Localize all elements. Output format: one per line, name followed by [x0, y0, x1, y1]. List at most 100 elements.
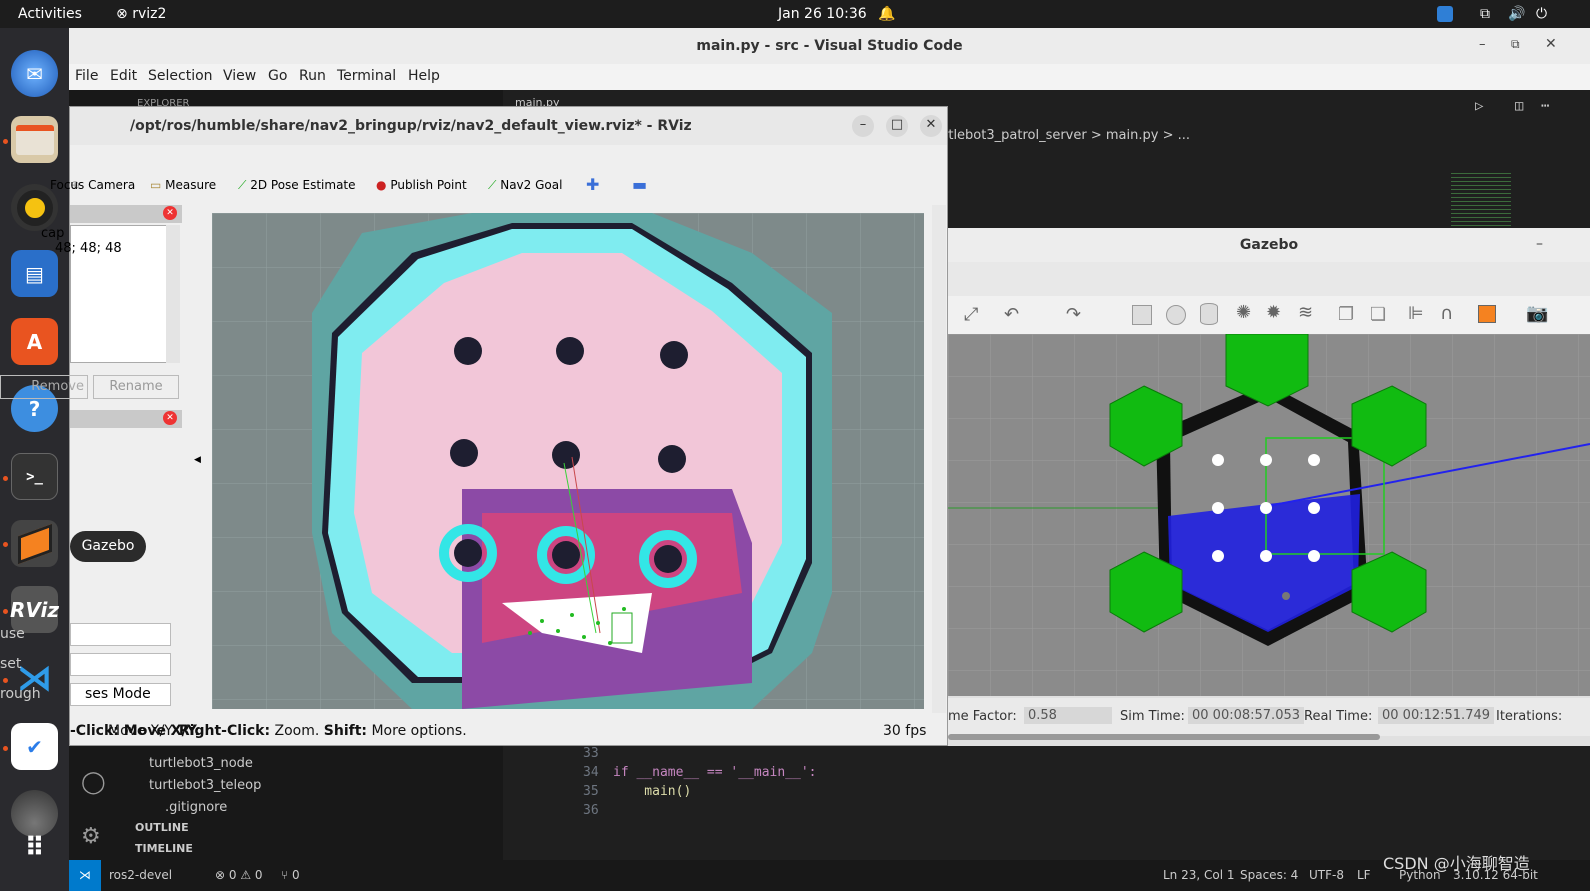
- power-icon[interactable]: ⏻: [1536, 6, 1547, 22]
- volume-icon[interactable]: 🔊: [1508, 6, 1525, 22]
- close-icon[interactable]: ✕: [920, 115, 942, 137]
- feishu-icon[interactable]: ✔: [11, 723, 58, 770]
- gazebo-toolbar: ⤢ ↶ ↷ ✺ ✹ ≋ ❐ ❏ ⊫ ∩ 📷: [948, 296, 1590, 334]
- menu-view[interactable]: View: [223, 68, 256, 84]
- redo-icon[interactable]: ↷: [1066, 304, 1081, 325]
- partial-label: rough: [0, 686, 41, 702]
- menu-selection[interactable]: Selection: [148, 68, 213, 84]
- collapse-left-icon[interactable]: ◀: [194, 455, 201, 465]
- directional-light-icon[interactable]: ≋: [1298, 302, 1313, 323]
- menu-help[interactable]: Help: [408, 68, 440, 84]
- point-light-icon[interactable]: ✺: [1236, 302, 1251, 323]
- show-apps-icon[interactable]: ⠿: [11, 824, 58, 871]
- terminal-icon[interactable]: >_: [11, 453, 58, 500]
- timeline-section[interactable]: TIMELINE: [135, 842, 193, 855]
- app-indicator-icon[interactable]: [1437, 6, 1453, 22]
- run-icon[interactable]: ▷: [1475, 98, 1483, 114]
- current-app-label[interactable]: ⊗ rviz2: [116, 6, 166, 22]
- add-tool-icon[interactable]: ✚: [586, 175, 599, 194]
- indent-status[interactable]: Spaces: 4: [1240, 868, 1298, 882]
- rtf-label: me Factor:: [948, 709, 1017, 724]
- tree-item[interactable]: turtlebot3_teleop: [149, 778, 261, 793]
- rename-button[interactable]: Rename: [93, 375, 179, 399]
- view-field[interactable]: [70, 653, 171, 676]
- dock: ✉ ▤ A ? >_ RViz ⋊ ✔ ⠿: [0, 28, 69, 891]
- displays-tree[interactable]: cap 48; 48; 48: [41, 225, 180, 363]
- branch-status[interactable]: ros2-devel: [109, 868, 172, 882]
- problems-status[interactable]: ⊗ 0 ⚠ 0: [215, 868, 263, 882]
- top-bar: Activities ⊗ rviz2 Jan 26 10:36 🔔 ⧉ 🔊 ⏻: [0, 0, 1590, 28]
- ports-status[interactable]: ⑂ 0: [281, 868, 300, 882]
- tool-focus-camera[interactable]: Focus Camera: [50, 178, 135, 192]
- status-hint-detail: -Click: Move X/Y. Move X/Y. Right-Click:…: [108, 723, 467, 739]
- paste-icon[interactable]: ❏: [1370, 304, 1386, 325]
- gazebo-menu: [948, 262, 1590, 296]
- minimize-icon[interactable]: –: [1479, 37, 1486, 52]
- minimize-icon[interactable]: –: [1536, 236, 1543, 252]
- restore-icon[interactable]: ⧉: [1511, 37, 1520, 52]
- tool-nav2-goal[interactable]: ⟋ Nav2 Goal: [488, 178, 562, 193]
- remove-tool-icon[interactable]: ▬: [632, 175, 647, 194]
- align-icon[interactable]: ⊫: [1408, 303, 1424, 324]
- gazebo-3d-view[interactable]: [948, 334, 1590, 696]
- box-icon[interactable]: [1132, 305, 1152, 325]
- network-icon[interactable]: ⧉: [1480, 6, 1490, 22]
- eol-status[interactable]: LF: [1357, 868, 1371, 882]
- rviz-3d-view[interactable]: [212, 213, 924, 709]
- rviz-status-bar: -Click: Move X/Y. -Click: Move X/Y. Move…: [70, 719, 947, 745]
- clock[interactable]: Jan 26 10:36: [778, 6, 867, 22]
- remote-icon[interactable]: ⋊: [69, 860, 101, 891]
- panel-close-icon[interactable]: ✕: [163, 206, 177, 220]
- menu-terminal[interactable]: Terminal: [337, 68, 396, 84]
- maximize-icon[interactable]: □: [886, 115, 908, 137]
- tool-publish-point[interactable]: ● Publish Point: [376, 178, 467, 192]
- screenshot-icon[interactable]: 📷: [1526, 303, 1548, 324]
- encoding-status[interactable]: UTF-8: [1309, 868, 1344, 882]
- cursor-position[interactable]: Ln 23, Col 1: [1163, 868, 1235, 882]
- tool-2d-pose-estimate[interactable]: ⟋ 2D Pose Estimate: [238, 178, 356, 193]
- panel-close-icon[interactable]: ✕: [163, 411, 177, 425]
- gazebo-window: Gazebo – ⤢ ↶ ↷ ✺ ✹ ≋ ❐ ❏ ⊫ ∩ 📷 me Factor…: [948, 228, 1590, 746]
- partial-label: set: [0, 656, 22, 672]
- gazebo-scene: [948, 334, 1590, 696]
- view-field[interactable]: [70, 623, 171, 646]
- mode-field[interactable]: ses Mode: [70, 683, 171, 706]
- account-icon[interactable]: ◯: [81, 770, 106, 795]
- close-icon[interactable]: ✕: [1545, 36, 1557, 52]
- tool-measure[interactable]: ▭ Measure: [150, 178, 216, 192]
- cylinder-icon[interactable]: [1200, 303, 1218, 325]
- breadcrumb[interactable]: rtlebot3_patrol_server > main.py > ...: [943, 128, 1190, 143]
- tree-item[interactable]: .gitignore: [165, 800, 227, 815]
- viewport-scrollbar[interactable]: [932, 205, 946, 713]
- outline-section[interactable]: OUTLINE: [135, 821, 189, 834]
- thunderbird-icon[interactable]: ✉: [11, 50, 58, 97]
- menu-run[interactable]: Run: [299, 68, 326, 84]
- spot-light-icon[interactable]: ✹: [1266, 302, 1281, 323]
- view-angle-icon[interactable]: [1478, 305, 1496, 323]
- bell-icon[interactable]: 🔔: [878, 6, 895, 22]
- rviz-app-icon: ⊗: [116, 6, 133, 22]
- snap-icon[interactable]: ∩: [1440, 303, 1453, 324]
- software-center-icon[interactable]: A: [11, 318, 58, 365]
- gazebo-scrollbar[interactable]: [948, 734, 1380, 740]
- settings-gear-icon[interactable]: ⚙: [81, 824, 101, 849]
- minimize-icon[interactable]: –: [852, 115, 874, 137]
- writer-icon[interactable]: ▤: [11, 250, 58, 297]
- rviz-tool-list: Focus Camera ▭ Measure ⟋ 2D Pose Estimat…: [50, 167, 947, 203]
- more-icon[interactable]: ⋯: [1541, 98, 1549, 114]
- fullscreen-icon[interactable]: ⤢: [964, 304, 978, 325]
- undo-icon[interactable]: ↶: [1004, 304, 1019, 325]
- menu-go[interactable]: Go: [268, 68, 287, 84]
- files-icon[interactable]: [11, 116, 58, 163]
- menu-file[interactable]: File: [75, 68, 98, 84]
- activities-button[interactable]: Activities: [18, 6, 82, 22]
- real-time-label: Real Time:: [1304, 709, 1373, 724]
- tree-item[interactable]: turtlebot3_node: [149, 756, 253, 771]
- split-editor-icon[interactable]: ◫: [1515, 98, 1523, 114]
- sphere-icon[interactable]: [1166, 305, 1186, 325]
- menu-edit[interactable]: Edit: [110, 68, 137, 84]
- remove-button[interactable]: Remove: [0, 375, 88, 399]
- displays-scrollbar[interactable]: [166, 225, 180, 363]
- gazebo-icon[interactable]: [11, 520, 58, 567]
- copy-icon[interactable]: ❐: [1338, 304, 1354, 325]
